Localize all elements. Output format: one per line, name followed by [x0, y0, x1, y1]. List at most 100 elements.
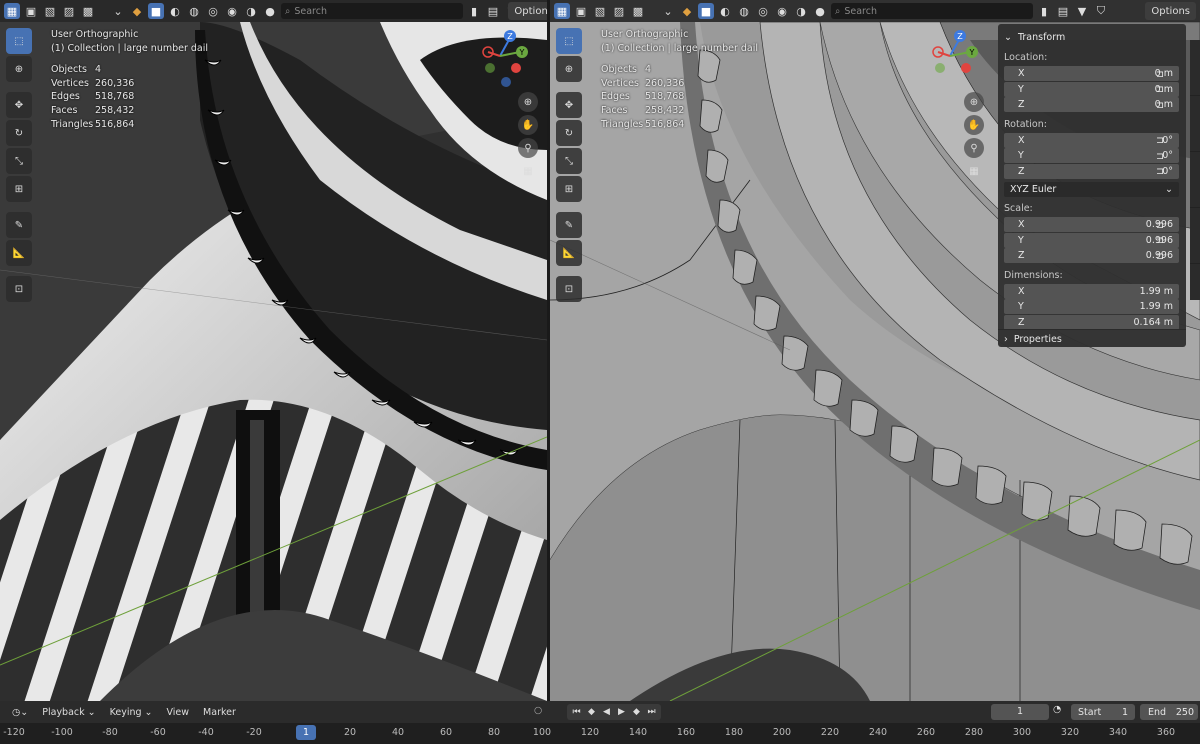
transform-panel-header[interactable]: ⌄ Transform: [1004, 28, 1180, 46]
annotate-tool-icon[interactable]: ✎: [6, 212, 32, 238]
rotation-z-field[interactable]: Z 0°: [1004, 163, 1179, 179]
playhead-frame[interactable]: 1: [296, 725, 316, 740]
pan-hand-icon[interactable]: ✋: [518, 115, 538, 135]
scale-z-field[interactable]: Z 0.996: [1004, 248, 1179, 264]
properties-panel-header[interactable]: › Properties: [998, 329, 1186, 345]
zoom-icon[interactable]: ⊕: [964, 92, 984, 112]
select-tool-icon[interactable]: ⬚: [556, 28, 582, 54]
jump-end-icon[interactable]: ⏭: [645, 705, 658, 719]
grid-toggle-icon[interactable]: ▦: [518, 161, 538, 181]
select-intersect-icon[interactable]: ▨: [61, 3, 77, 19]
left-viewport[interactable]: ▦ ▣ ▧ ▨ ▩ ⌄ ◆ ■ ◐ ◍ ◎ ◉ ◑ ● ⌕ Search ▮ ▤…: [0, 0, 547, 701]
rotate-tool-icon[interactable]: ↻: [556, 120, 582, 146]
select-invert-icon[interactable]: ▩: [80, 3, 96, 19]
camera-view-icon[interactable]: ⚲: [518, 138, 538, 158]
add-cube-tool-icon[interactable]: ⊡: [556, 276, 582, 302]
pan-hand-icon[interactable]: ✋: [964, 115, 984, 135]
bookmark-icon[interactable]: ▮: [466, 3, 482, 19]
cursor-tool-icon[interactable]: ⊕: [6, 56, 32, 82]
options-button[interactable]: Options: [1145, 2, 1196, 20]
color-palette-icon[interactable]: ◆: [679, 3, 695, 19]
sidebar-tab[interactable]: [1190, 40, 1200, 96]
next-keyframe-icon[interactable]: ◆: [630, 705, 643, 719]
measure-tool-icon[interactable]: 📐: [556, 240, 582, 266]
marker-menu[interactable]: Marker: [199, 703, 240, 721]
layout-icon[interactable]: ▤: [1055, 3, 1071, 19]
overlay-icon[interactable]: ●: [262, 3, 278, 19]
end-frame-field[interactable]: End 250: [1140, 704, 1198, 720]
timeline-ruler[interactable]: -120 -100 -80 -60 -40 -20 1 20 40 60 80 …: [0, 723, 1200, 744]
location-x-field[interactable]: X0 m: [1004, 66, 1179, 82]
play-reverse-icon[interactable]: ◀: [600, 705, 613, 719]
select-box-icon[interactable]: ▦: [4, 3, 20, 19]
playback-menu[interactable]: Playback ⌄: [38, 703, 99, 721]
search-input[interactable]: ⌕ Search: [281, 3, 463, 19]
select-box-icon[interactable]: ▦: [554, 3, 570, 19]
lock-icon[interactable]: ⊐: [1156, 251, 1166, 262]
zoom-icon[interactable]: ⊕: [518, 92, 538, 112]
overlay-icon[interactable]: ●: [812, 3, 828, 19]
rendered-shading-icon[interactable]: ◉: [774, 3, 790, 19]
dimensions-x-field[interactable]: X 1.99 m: [1004, 283, 1179, 299]
navigation-gizmo[interactable]: Z Y: [478, 28, 528, 90]
shading-options-icon[interactable]: ◑: [793, 3, 809, 19]
scale-tool-icon[interactable]: ⤡: [556, 148, 582, 174]
lock-icon[interactable]: ⊐: [1156, 235, 1166, 246]
shield-icon[interactable]: ⛉: [1093, 3, 1109, 19]
scale-x-field[interactable]: X 0.996: [1004, 217, 1179, 233]
select-subtract-icon[interactable]: ▧: [592, 3, 608, 19]
wireframe-shading-icon[interactable]: ◍: [186, 3, 202, 19]
cursor-tool-icon[interactable]: ⊕: [556, 56, 582, 82]
sidebar-tab[interactable]: [1190, 96, 1200, 152]
lock-icon[interactable]: ⊐: [1156, 135, 1166, 146]
prev-keyframe-icon[interactable]: ◆: [585, 705, 598, 719]
world-shading-icon[interactable]: ◎: [205, 3, 221, 19]
record-icon[interactable]: ○: [534, 705, 542, 716]
navigation-gizmo[interactable]: Z Y: [928, 28, 978, 90]
lock-icon[interactable]: ⊐: [1156, 100, 1166, 111]
color-palette-icon[interactable]: ◆: [129, 3, 145, 19]
material-preview-icon[interactable]: ◐: [717, 3, 733, 19]
view-menu[interactable]: View: [163, 703, 194, 721]
material-preview-icon[interactable]: ◐: [167, 3, 183, 19]
world-shading-icon[interactable]: ◎: [755, 3, 771, 19]
select-intersect-icon[interactable]: ▨: [611, 3, 627, 19]
grid-toggle-icon[interactable]: ▦: [964, 161, 984, 181]
select-subtract-icon[interactable]: ▧: [42, 3, 58, 19]
editor-type-icon[interactable]: ◷⌄: [8, 703, 32, 721]
filter-icon[interactable]: ▼: [1074, 3, 1090, 19]
transform-tool-icon[interactable]: ⊞: [6, 176, 32, 202]
scale-y-field[interactable]: Y 0.996: [1004, 232, 1179, 248]
measure-tool-icon[interactable]: 📐: [6, 240, 32, 266]
play-icon[interactable]: ▶: [615, 705, 628, 719]
keying-menu[interactable]: Keying ⌄: [106, 703, 157, 721]
lock-icon[interactable]: ⊐: [1156, 69, 1166, 80]
lock-icon[interactable]: ⊐: [1156, 84, 1166, 95]
select-mode-icon[interactable]: ▣: [573, 3, 589, 19]
jump-start-icon[interactable]: ⏮: [570, 705, 583, 719]
select-invert-icon[interactable]: ▩: [630, 3, 646, 19]
solid-shading-icon[interactable]: ■: [148, 3, 164, 19]
location-y-field[interactable]: Y0 m: [1004, 81, 1179, 97]
lock-icon[interactable]: ⊐: [1156, 151, 1166, 162]
current-frame-field[interactable]: 1: [991, 704, 1049, 720]
dropdown-chevron-icon[interactable]: ⌄: [660, 3, 676, 19]
search-input[interactable]: ⌕ Search: [831, 3, 1033, 19]
lock-icon[interactable]: ⊐: [1156, 220, 1166, 231]
bookmark-icon[interactable]: ▮: [1036, 3, 1052, 19]
rotate-tool-icon[interactable]: ↻: [6, 120, 32, 146]
sidebar-tab[interactable]: [1190, 208, 1200, 264]
rotation-x-field[interactable]: X 0°: [1004, 132, 1179, 148]
select-tool-icon[interactable]: ⬚: [6, 28, 32, 54]
rendered-shading-icon[interactable]: ◉: [224, 3, 240, 19]
camera-view-icon[interactable]: ⚲: [964, 138, 984, 158]
location-z-field[interactable]: Z0 m: [1004, 97, 1179, 113]
move-tool-icon[interactable]: ✥: [6, 92, 32, 118]
transform-tool-icon[interactable]: ⊞: [556, 176, 582, 202]
scale-tool-icon[interactable]: ⤡: [6, 148, 32, 174]
rotation-mode-select[interactable]: XYZ Euler ⌄: [1004, 182, 1179, 197]
move-tool-icon[interactable]: ✥: [556, 92, 582, 118]
start-frame-field[interactable]: Start 1: [1071, 704, 1135, 720]
wireframe-shading-icon[interactable]: ◍: [736, 3, 752, 19]
lock-icon[interactable]: ⊐: [1156, 166, 1166, 177]
